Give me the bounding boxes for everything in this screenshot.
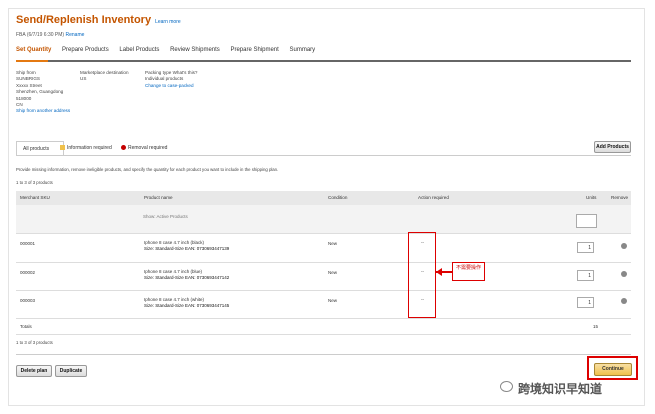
tab-removal-required[interactable]: Removal required <box>115 141 173 155</box>
continue-button[interactable]: Continue <box>594 363 632 376</box>
change-case-packed-link[interactable]: Change to case-packed <box>145 83 197 89</box>
learn-more-link[interactable]: Learn more <box>155 19 181 25</box>
row-sku: 000003 <box>20 298 36 303</box>
units-filter-input[interactable] <box>576 214 597 228</box>
error-icon <box>121 145 126 151</box>
col-remove: Remove <box>611 195 629 200</box>
watermark-text: 跨境知识早知道 <box>518 382 603 396</box>
marketplace-block: Marketplace destination US <box>80 70 129 82</box>
remove-icon[interactable] <box>621 271 627 277</box>
annotation-highlight-action-column <box>408 232 436 318</box>
table-row: 000001 Iphone 8 case 4.7 inch (black) Siz… <box>16 233 631 263</box>
step-label-products[interactable]: Label Products <box>119 47 159 53</box>
step-summary[interactable]: Summary <box>290 47 316 53</box>
footer-product-count: 1 to 3 of 3 products <box>16 340 53 345</box>
remove-icon[interactable] <box>621 298 627 304</box>
col-units: Units <box>586 195 597 200</box>
annotation-arrow-head <box>436 268 442 276</box>
duplicate-button[interactable]: Duplicate <box>55 365 87 377</box>
row-condition: New <box>328 241 338 246</box>
units-input[interactable]: 1 <box>577 297 594 308</box>
step-prepare-products[interactable]: Prepare Products <box>62 47 109 53</box>
totals-label: Totals <box>20 324 32 329</box>
ship-from-block: Ship from SUNBRIGS Xxxxx Street Shenzhen… <box>16 70 71 114</box>
table-row: 000002 Iphone 8 case 4.7 inch (blue) Size… <box>16 262 631 291</box>
units-input[interactable]: 1 <box>577 242 594 253</box>
annotation-callout: 不需要操作 <box>452 262 485 281</box>
row-sku: 000001 <box>20 241 36 246</box>
step-prepare-shipment[interactable]: Prepare Shipment <box>230 47 278 53</box>
tab-divider <box>16 155 631 156</box>
workflow-steps: Set Quantity Prepare Products Label Prod… <box>16 47 324 53</box>
row-product-name[interactable]: Iphone 8 case 4.7 inch (black) Size: Stan… <box>144 240 229 252</box>
remove-icon[interactable] <box>621 243 627 249</box>
row-condition: New <box>328 270 338 275</box>
row-product-name[interactable]: Iphone 8 case 4.7 inch (white) Size: Stan… <box>144 297 229 309</box>
row-condition: New <box>328 298 338 303</box>
step-review-shipments[interactable]: Review Shipments <box>170 47 220 53</box>
rename-link[interactable]: Rename <box>65 32 84 38</box>
product-count: 1 to 3 of 3 products <box>16 180 53 185</box>
col-condition: Condition <box>328 195 348 200</box>
col-product-name[interactable]: Product name <box>144 195 173 200</box>
units-input[interactable]: 1 <box>577 270 594 281</box>
totals-row: Totals 15 <box>16 318 631 335</box>
filter-row <box>16 205 631 234</box>
row-product-name[interactable]: Iphone 8 case 4.7 inch (blue) Size: Stand… <box>144 269 229 281</box>
delete-plan-button[interactable]: Delete plan <box>16 365 52 377</box>
ship-from-another-link[interactable]: Ship from another address <box>16 108 70 114</box>
page-title: Send/Replenish Inventory Learn more <box>16 14 181 26</box>
show-filter-link[interactable]: Show: Active Products <box>143 214 188 219</box>
col-merchant-sku[interactable]: Merchant SKU <box>20 195 50 200</box>
row-sku: 000002 <box>20 270 36 275</box>
totals-units: 15 <box>593 324 599 329</box>
step-set-quantity[interactable]: Set Quantity <box>16 47 51 53</box>
table-header: Merchant SKU Product name Condition Acti… <box>16 191 631 205</box>
table-row: 000003 Iphone 8 case 4.7 inch (white) Siz… <box>16 290 631 319</box>
packing-type-block: Packing type What's this? Individual pro… <box>145 70 198 89</box>
footer-divider <box>16 354 631 355</box>
warning-icon <box>60 145 65 151</box>
plan-subtitle: FBA (6/7/19 6:30 PM) Rename <box>16 32 85 38</box>
add-products-button[interactable]: Add Products <box>594 141 631 153</box>
tab-information-required[interactable]: Information required <box>54 141 118 155</box>
col-action-required: Action required <box>418 195 449 200</box>
wechat-icon <box>500 381 513 392</box>
step-progress-bar <box>16 60 631 62</box>
instructions-text: Provide missing information, remove inel… <box>16 167 279 172</box>
